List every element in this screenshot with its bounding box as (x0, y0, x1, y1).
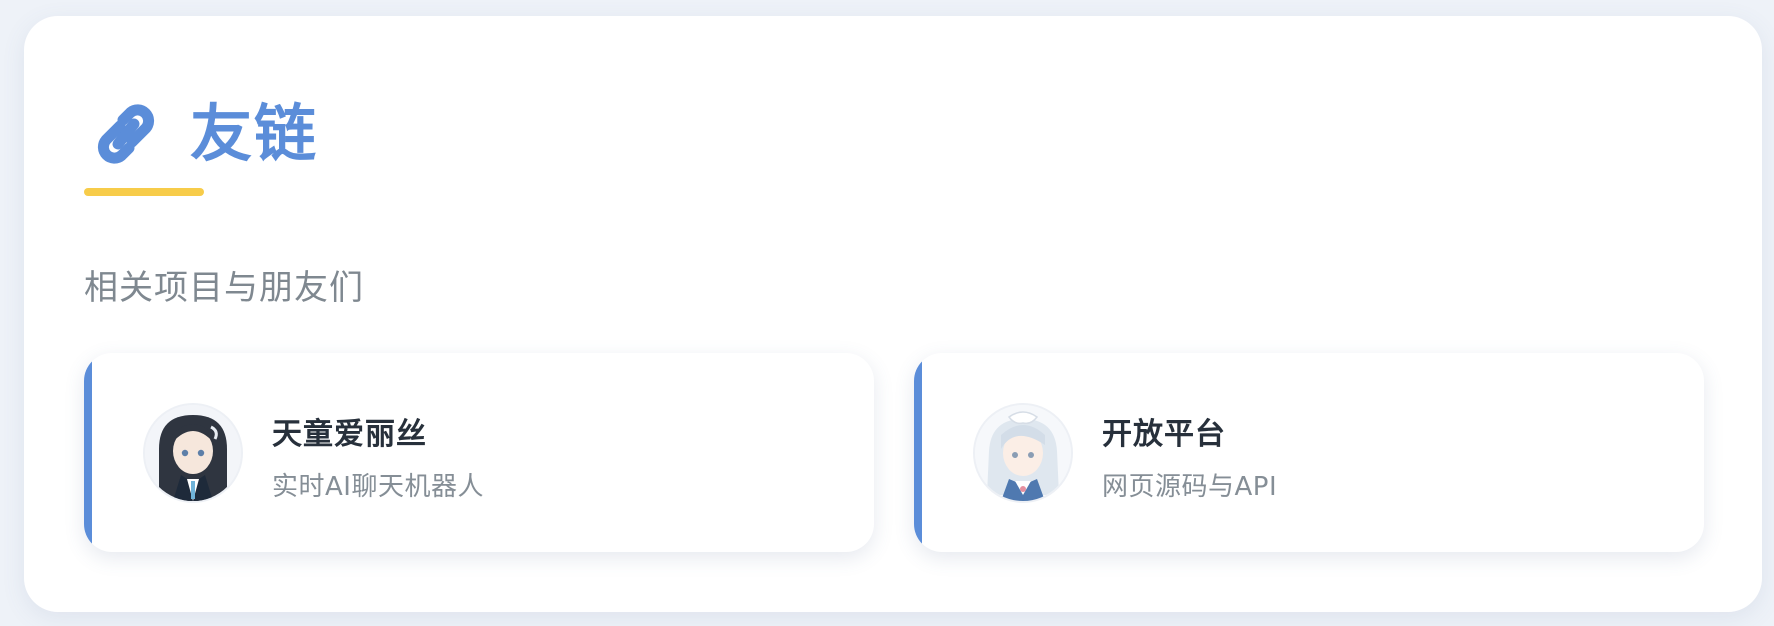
card-accent-bar (914, 353, 922, 552)
link-card-open-platform[interactable]: 开放平台 网页源码与API (914, 353, 1704, 552)
section-title: 友链 (190, 97, 319, 170)
link-card-alice[interactable]: 天童爱丽丝 实时AI聊天机器人 (84, 353, 874, 552)
card-description: 网页源码与API (1102, 472, 1278, 502)
card-title: 开放平台 (1102, 417, 1226, 452)
section-subtitle: 相关项目与朋友们 (84, 268, 364, 308)
avatar (143, 403, 243, 503)
card-accent-bar (84, 353, 92, 552)
card-title: 天童爱丽丝 (272, 417, 427, 452)
link-icon (84, 98, 168, 170)
title-underline (84, 188, 204, 196)
section-header: 友链 (84, 94, 318, 174)
card-description: 实时AI聊天机器人 (272, 472, 484, 502)
friend-links-panel: 友链 相关项目与朋友们 天童爱丽丝 实时AI聊天机器人 开放平台 网页源码与AP… (24, 16, 1762, 612)
avatar (973, 403, 1073, 503)
